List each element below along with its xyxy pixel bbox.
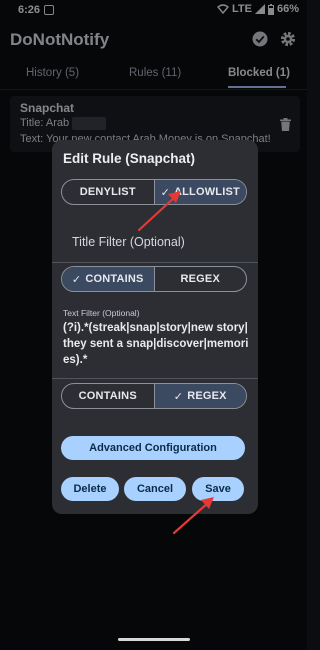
- text-contains-option[interactable]: CONTAINS: [62, 384, 154, 408]
- title-filter-label: Title Filter (Optional): [72, 235, 185, 249]
- title-contains-label: CONTAINS: [85, 273, 144, 285]
- check-icon: ✓: [160, 186, 170, 199]
- text-match-toggle: CONTAINS ✓ REGEX: [61, 383, 247, 409]
- divider: [52, 262, 258, 263]
- title-regex-label: REGEX: [180, 273, 220, 285]
- edit-rule-dialog: Edit Rule (Snapchat) DENYLIST ✓ ALLOWLIS…: [52, 140, 258, 514]
- divider: [52, 378, 258, 379]
- delete-button[interactable]: Delete: [61, 477, 119, 501]
- denylist-option[interactable]: DENYLIST: [62, 180, 154, 204]
- allowlist-option[interactable]: ✓ ALLOWLIST: [153, 180, 246, 204]
- title-contains-option[interactable]: ✓ CONTAINS: [62, 267, 154, 291]
- gesture-bar[interactable]: [118, 638, 190, 641]
- text-regex-label: REGEX: [187, 390, 227, 402]
- text-filter-input[interactable]: (?i).*(streak|snap|story|new story|they …: [63, 320, 249, 368]
- check-icon: ✓: [173, 390, 184, 403]
- title-regex-option[interactable]: REGEX: [153, 267, 247, 291]
- save-button[interactable]: Save: [192, 477, 244, 501]
- text-filter-label: Text Filter (Optional): [63, 308, 140, 318]
- check-icon: ✓: [71, 273, 82, 286]
- cancel-button[interactable]: Cancel: [124, 477, 186, 501]
- denylist-label: DENYLIST: [79, 186, 136, 198]
- dialog-title: Edit Rule (Snapchat): [63, 151, 196, 166]
- allowlist-label: ALLOWLIST: [173, 186, 240, 198]
- mode-toggle: DENYLIST ✓ ALLOWLIST: [61, 179, 247, 205]
- title-match-toggle: ✓ CONTAINS REGEX: [61, 266, 247, 292]
- advanced-configuration-button[interactable]: Advanced Configuration: [61, 436, 245, 460]
- text-regex-option[interactable]: ✓ REGEX: [153, 384, 246, 408]
- text-contains-label: CONTAINS: [78, 390, 137, 402]
